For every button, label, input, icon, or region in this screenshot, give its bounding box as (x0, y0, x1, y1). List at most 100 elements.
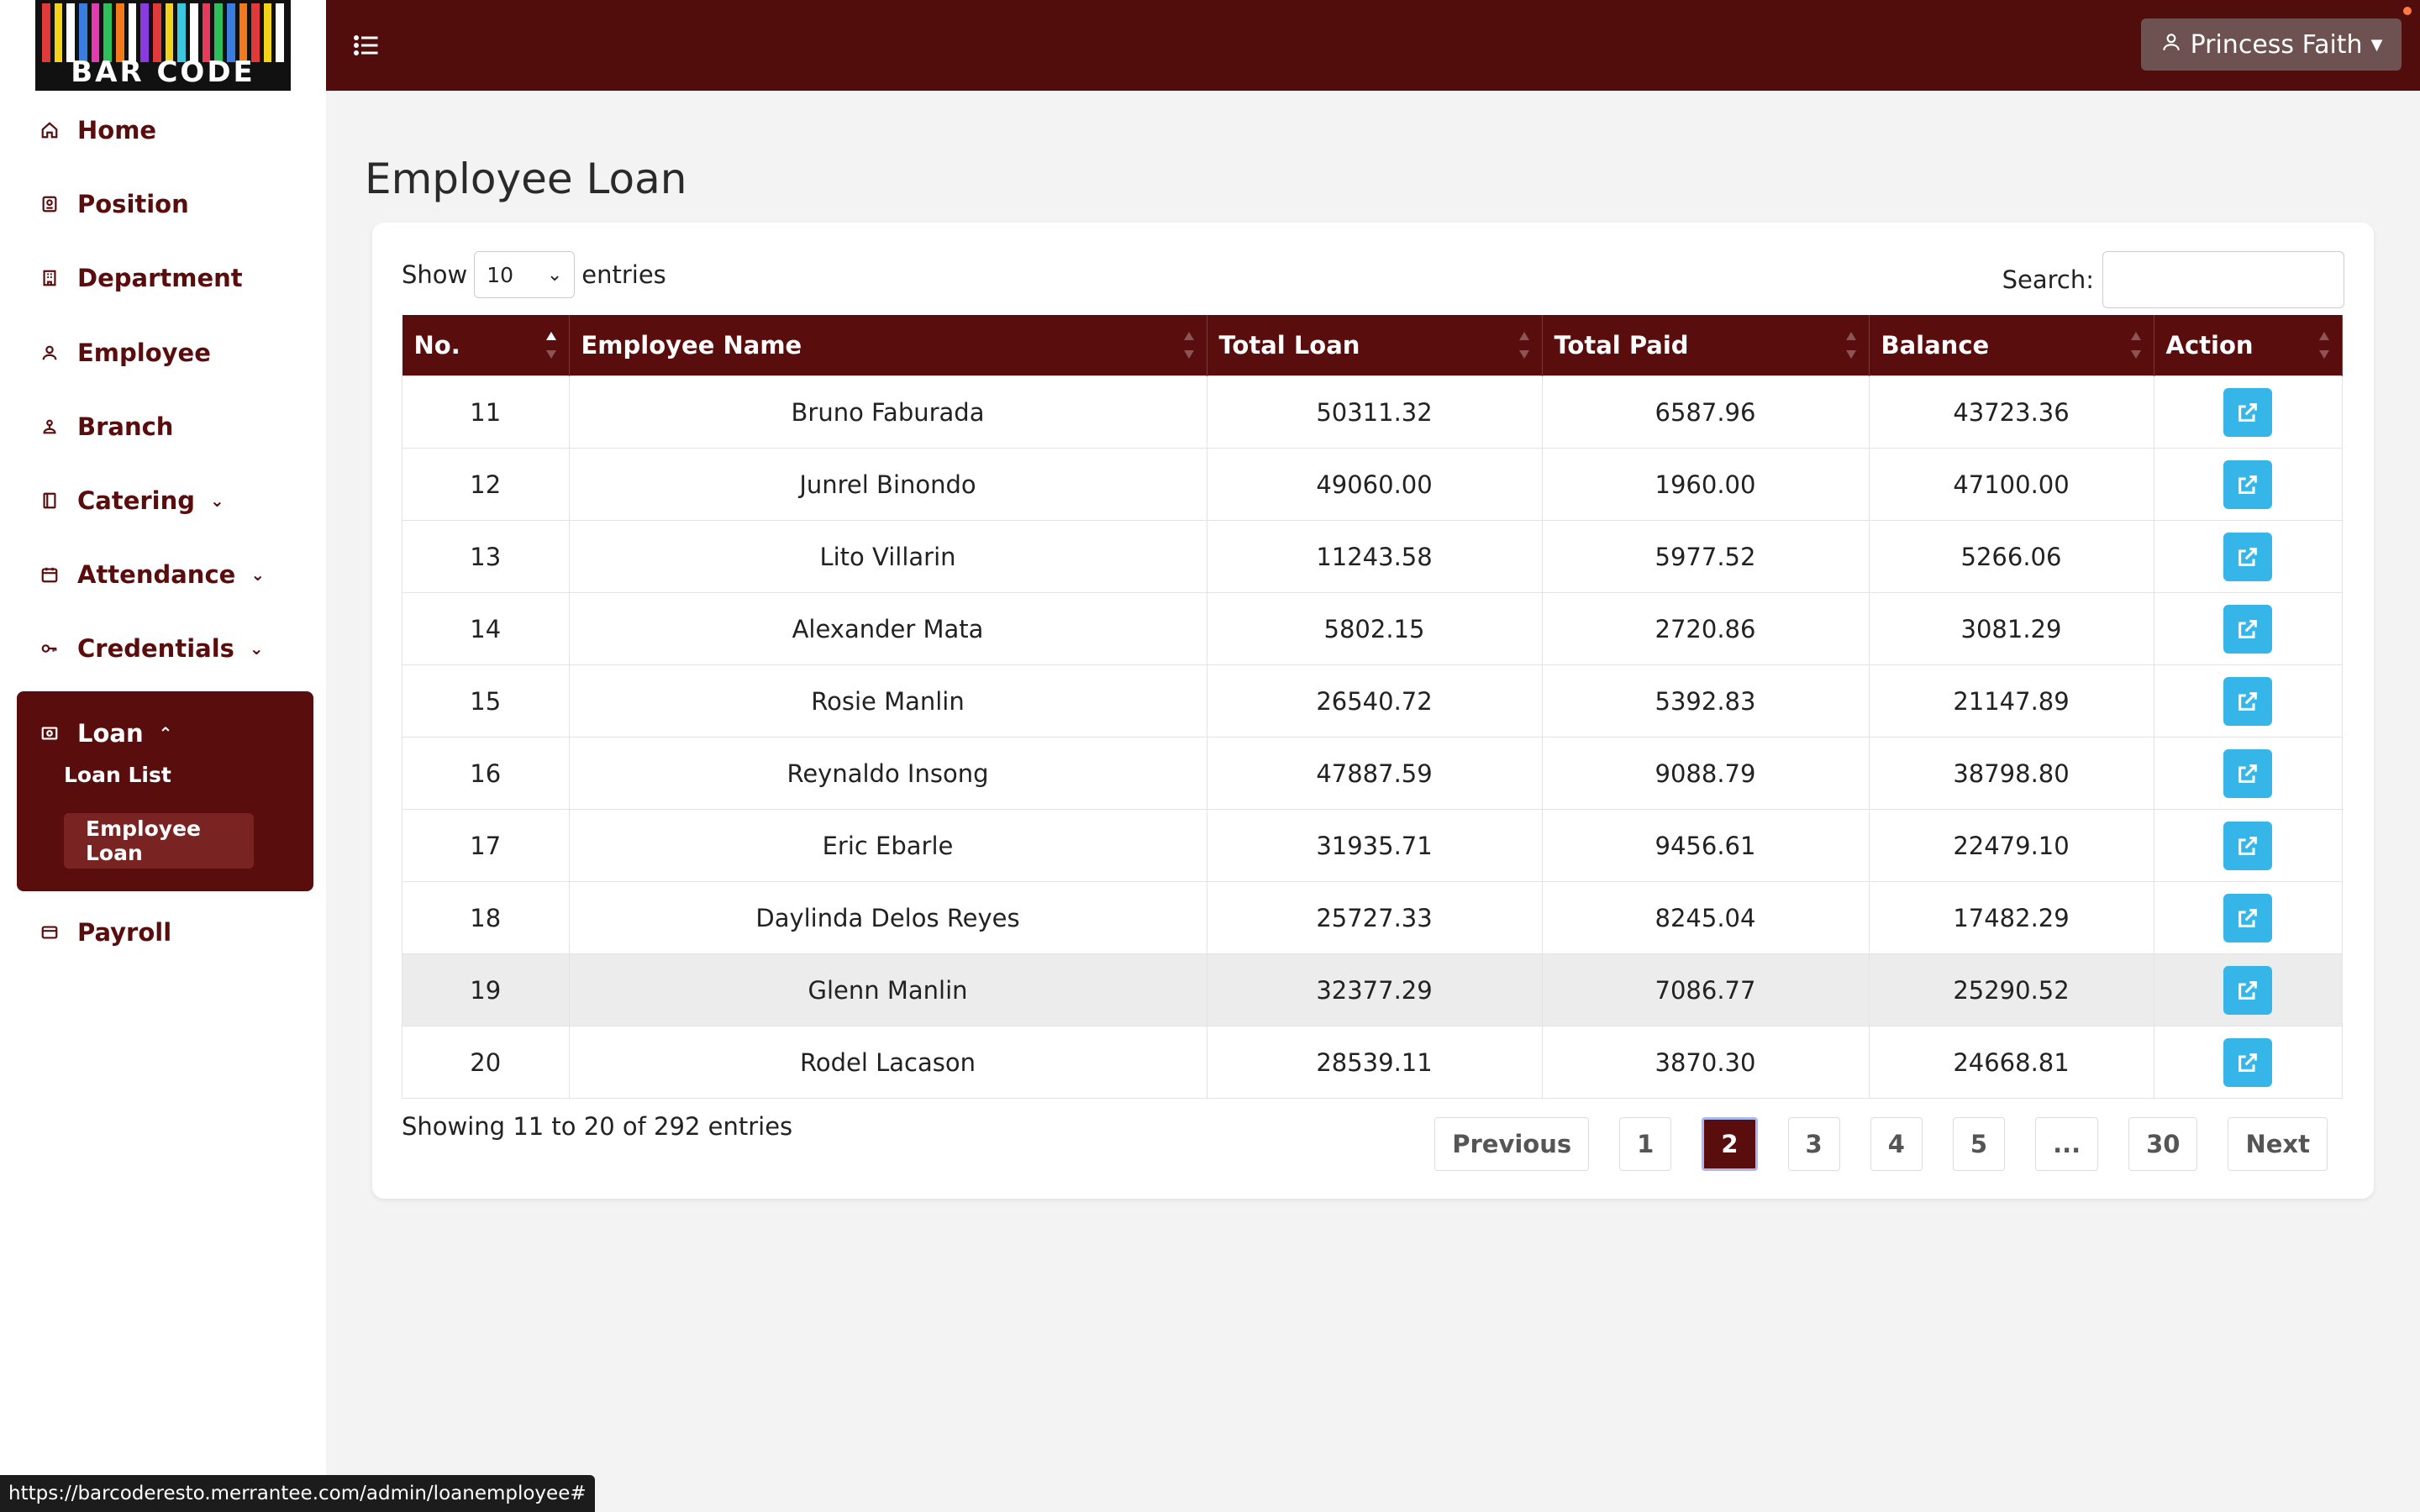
cell-total-paid: 9088.79 (1541, 737, 1870, 810)
sidebar-item-attendance[interactable]: Attendance ⌄ (39, 549, 265, 600)
page-button-30[interactable]: 30 (2128, 1117, 2198, 1171)
loan-table-card: Show 10 ⌄ entries Search: No. Employee N… (372, 223, 2374, 1199)
page-ellipsis: ... (2035, 1117, 2099, 1171)
cell-balance: 21147.89 (1868, 664, 2154, 738)
column-header-employee-name[interactable]: Employee Name (569, 315, 1207, 376)
open-external-button[interactable] (2223, 821, 2273, 870)
column-header-action[interactable]: Action (2154, 315, 2343, 376)
sort-icon (1183, 332, 1194, 359)
logo-area: BAR CODE (0, 0, 326, 91)
search-input[interactable] (2102, 251, 2344, 308)
cell-no: 14 (402, 592, 570, 665)
cell-no: 12 (402, 448, 570, 521)
sidebar-item-payroll[interactable]: Payroll (39, 907, 171, 958)
cell-action (2153, 375, 2343, 449)
menu-toggle-icon[interactable] (351, 30, 381, 60)
table-row: 13 Lito Villarin 11243.58 5977.52 5266.06 (402, 520, 2343, 593)
cell-employee-name: Rosie Manlin (568, 664, 1207, 738)
open-external-button[interactable] (2223, 748, 2273, 798)
open-external-button[interactable] (2223, 459, 2273, 509)
search-label: Search: (2002, 265, 2094, 294)
building-icon (39, 267, 60, 289)
cell-total-paid: 8245.04 (1541, 881, 1870, 954)
user-menu-button[interactable]: Princess Faith ▼ (2141, 18, 2402, 71)
page-button-5[interactable]: 5 (1952, 1117, 2006, 1171)
book-icon (39, 490, 60, 512)
open-external-button[interactable] (2223, 1037, 2273, 1087)
card-icon (39, 921, 60, 943)
column-label: No. (413, 331, 460, 360)
sort-asc-icon (545, 332, 556, 359)
table-row: 12 Junrel Binondo 49060.00 1960.00 47100.00 (402, 448, 2343, 521)
sidebar-subitem-loan-list[interactable]: Loan List (64, 763, 171, 787)
cell-action (2153, 1026, 2343, 1099)
cell-total-paid: 9456.61 (1541, 809, 1870, 882)
sort-icon (1845, 332, 1856, 359)
cell-balance: 38798.80 (1868, 737, 2154, 810)
previous-button[interactable]: Previous (1434, 1117, 1590, 1171)
page-button-2[interactable]: 2 (1702, 1117, 1758, 1171)
table-header-row: No. Employee Name Total Loan Total Paid … (402, 315, 2343, 376)
external-link-icon (2238, 764, 2258, 783)
open-external-button[interactable] (2223, 604, 2273, 654)
column-label: Total Loan (1218, 331, 1360, 360)
column-label: Action (2165, 331, 2254, 360)
page-button-1[interactable]: 1 (1619, 1117, 1672, 1171)
calendar-icon (39, 564, 60, 585)
cell-balance: 47100.00 (1868, 448, 2154, 521)
page-button-4[interactable]: 4 (1870, 1117, 1923, 1171)
sidebar-item-label: Loan (77, 719, 144, 748)
column-header-no[interactable]: No. (402, 315, 570, 376)
cell-total-loan: 47887.59 (1206, 737, 1543, 810)
cell-action (2153, 520, 2343, 593)
notification-dot (2403, 7, 2412, 15)
next-button[interactable]: Next (2228, 1117, 2328, 1171)
cell-total-loan: 31935.71 (1206, 809, 1543, 882)
open-external-button[interactable] (2223, 965, 2273, 1015)
table-row: 11 Bruno Faburada 50311.32 6587.96 43723.36 (402, 375, 2343, 449)
cell-total-paid: 3870.30 (1541, 1026, 1870, 1099)
sidebar-item-employee[interactable]: Employee (39, 328, 211, 378)
page-button-3[interactable]: 3 (1787, 1117, 1840, 1171)
sidebar-item-position[interactable]: Position (39, 179, 189, 229)
cell-no: 19 (402, 953, 570, 1026)
table-row: 19 Glenn Manlin 32377.29 7086.77 25290.52 (402, 953, 2343, 1026)
cell-total-loan: 28539.11 (1206, 1026, 1543, 1099)
column-header-total-paid[interactable]: Total Paid (1542, 315, 1870, 376)
table-row: 15 Rosie Manlin 26540.72 5392.83 21147.89 (402, 664, 2343, 738)
sidebar-subitem-employee-loan[interactable]: Employee Loan (64, 813, 254, 869)
entries-control: Show 10 ⌄ entries (402, 251, 666, 298)
topbar: Princess Faith ▼ (326, 0, 2420, 91)
open-external-button[interactable] (2223, 893, 2273, 942)
cell-total-loan: 25727.33 (1206, 881, 1543, 954)
table-row: 14 Alexander Mata 5802.15 2720.86 3081.29 (402, 592, 2343, 665)
cell-no: 11 (402, 375, 570, 449)
cell-total-paid: 2720.86 (1541, 592, 1870, 665)
open-external-button[interactable] (2223, 387, 2273, 437)
sidebar-item-home[interactable]: Home (39, 105, 156, 155)
cell-total-loan: 11243.58 (1206, 520, 1543, 593)
sidebar-item-branch[interactable]: Branch (39, 402, 173, 452)
sidebar-item-loan[interactable]: Loan ⌃ (39, 708, 172, 759)
sidebar-item-catering[interactable]: Catering ⌄ (39, 475, 224, 526)
user-icon (2160, 30, 2182, 60)
cell-employee-name: Eric Ebarle (568, 809, 1207, 882)
sidebar-item-label: Department (77, 264, 243, 292)
column-header-balance[interactable]: Balance (1869, 315, 2154, 376)
chevron-down-icon: ⌄ (210, 491, 224, 511)
sidebar-item-department[interactable]: Department (39, 253, 243, 303)
column-header-total-loan[interactable]: Total Loan (1207, 315, 1543, 376)
page-title: Employee Loan (365, 154, 687, 203)
entries-select[interactable]: 10 ⌄ (474, 251, 576, 298)
chevron-down-icon: ⌄ (250, 564, 266, 585)
key-icon (39, 638, 60, 659)
logo-text: BAR CODE (71, 55, 255, 89)
open-external-button[interactable] (2223, 532, 2273, 581)
cash-icon (39, 722, 60, 744)
sidebar-item-credentials[interactable]: Credentials ⌄ (39, 623, 264, 674)
open-external-button[interactable] (2223, 676, 2273, 726)
cell-no: 13 (402, 520, 570, 593)
barcode-logo[interactable]: BAR CODE (35, 0, 291, 91)
cell-no: 17 (402, 809, 570, 882)
table-row: 18 Daylinda Delos Reyes 25727.33 8245.04 174… (402, 881, 2343, 954)
